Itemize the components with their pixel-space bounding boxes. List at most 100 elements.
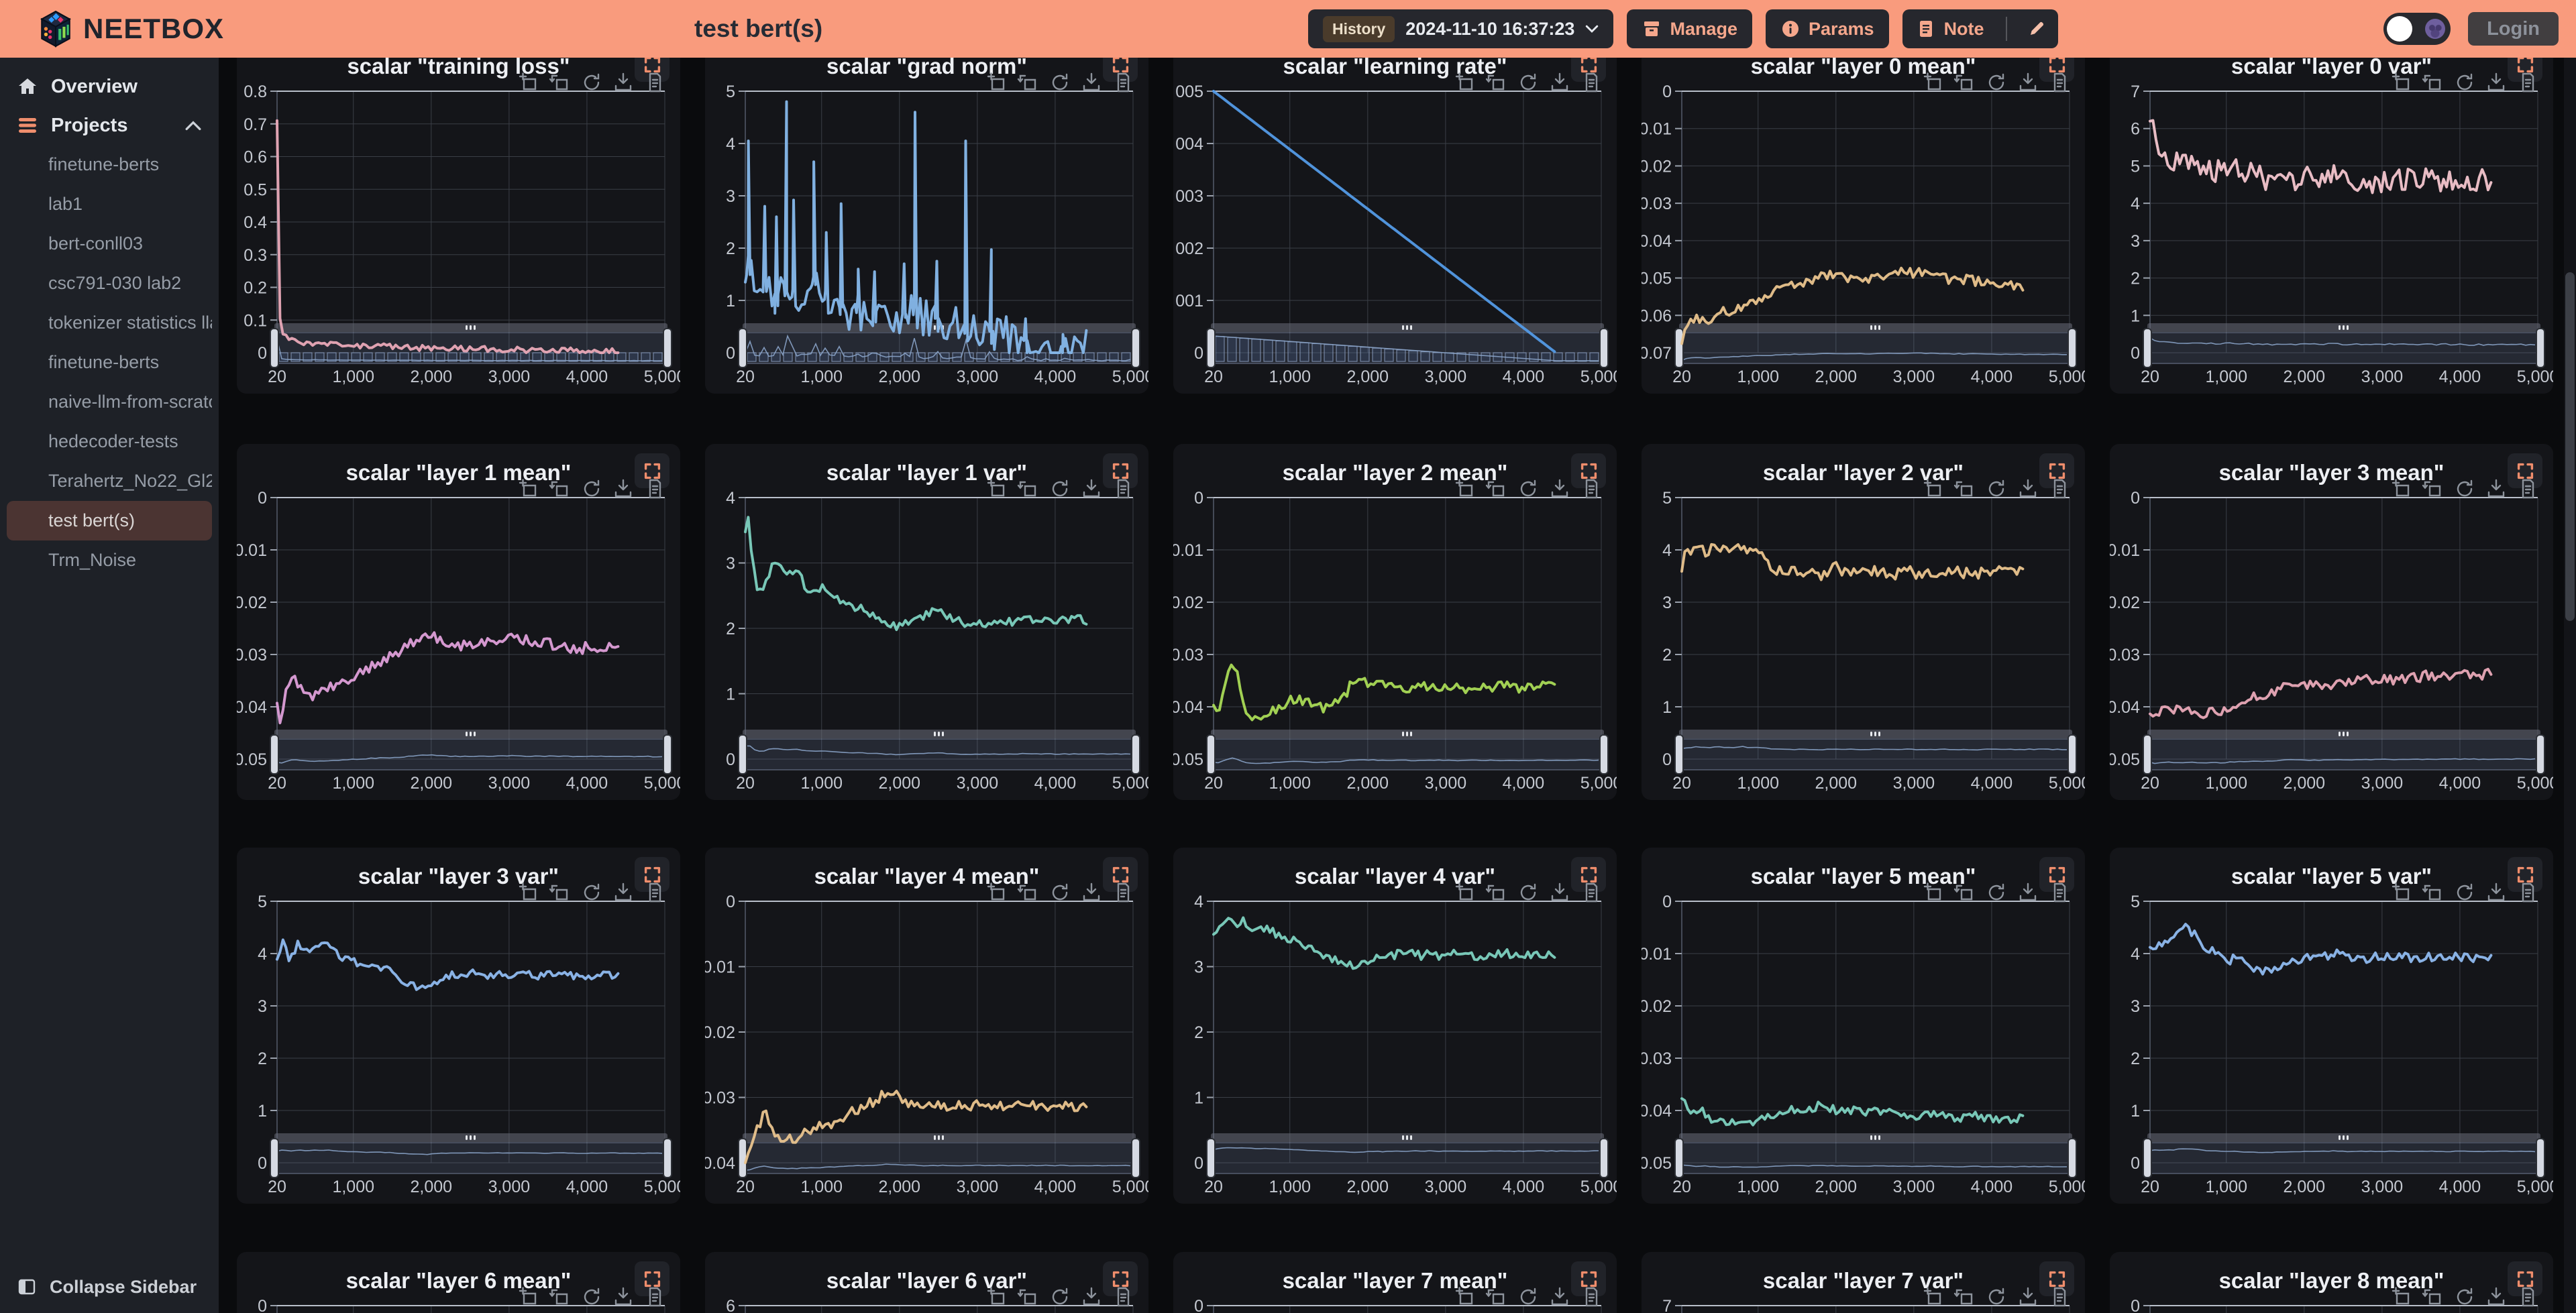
- zoom-reset-icon[interactable]: [1017, 71, 1040, 94]
- box-zoom-icon[interactable]: [1454, 477, 1477, 500]
- box-zoom-icon[interactable]: [517, 477, 540, 500]
- login-button[interactable]: Login: [2468, 12, 2559, 46]
- slider-handle[interactable]: [1207, 735, 1215, 774]
- slider-handle[interactable]: [663, 329, 672, 367]
- chart-plot[interactable]: 76543210201,0002,0003,0004,0005,000: [2110, 58, 2553, 394]
- project-item[interactable]: csc791-030 lab2: [7, 264, 212, 303]
- data-view-icon[interactable]: [1112, 71, 1134, 94]
- box-zoom-icon[interactable]: [1454, 1286, 1477, 1308]
- download-icon[interactable]: [1548, 1286, 1571, 1308]
- chart-plot[interactable]: 00.010.020.030.040.050.060.07201,0002,00…: [1642, 58, 2085, 394]
- zoom-reset-icon[interactable]: [1485, 477, 1508, 500]
- zoom-reset-icon[interactable]: [1953, 881, 1976, 904]
- slider-handle[interactable]: [1600, 735, 1608, 774]
- restore-icon[interactable]: [2453, 477, 2476, 500]
- restore-icon[interactable]: [1049, 881, 1071, 904]
- download-icon[interactable]: [1080, 477, 1103, 500]
- data-view-icon[interactable]: [2516, 477, 2539, 500]
- chart-plot[interactable]: 0.80.70.60.50.40.30.20.10201,0002,0003,0…: [237, 58, 680, 394]
- data-view-icon[interactable]: [643, 881, 666, 904]
- slider-handle[interactable]: [1132, 1139, 1140, 1178]
- history-select[interactable]: History 2024-11-10 16:37:23: [1308, 9, 1613, 48]
- box-zoom-icon[interactable]: [1454, 881, 1477, 904]
- box-zoom-icon[interactable]: [1454, 71, 1477, 94]
- data-view-icon[interactable]: [643, 71, 666, 94]
- box-zoom-icon[interactable]: [517, 71, 540, 94]
- project-item[interactable]: hedecoder-tests: [7, 422, 212, 461]
- slider-handle[interactable]: [1600, 1139, 1608, 1178]
- zoom-reset-icon[interactable]: [549, 71, 572, 94]
- restore-icon[interactable]: [2453, 1286, 2476, 1308]
- restore-icon[interactable]: [2453, 71, 2476, 94]
- download-icon[interactable]: [2485, 1286, 2508, 1308]
- slider-handle[interactable]: [2536, 1139, 2544, 1178]
- data-view-icon[interactable]: [643, 477, 666, 500]
- slider-handle[interactable]: [270, 329, 278, 367]
- box-zoom-icon[interactable]: [2390, 477, 2413, 500]
- slider-handle[interactable]: [1207, 329, 1215, 367]
- box-zoom-icon[interactable]: [2390, 881, 2413, 904]
- box-zoom-icon[interactable]: [517, 881, 540, 904]
- download-icon[interactable]: [1548, 881, 1571, 904]
- zoom-reset-icon[interactable]: [2422, 881, 2445, 904]
- data-view-icon[interactable]: [2048, 881, 2071, 904]
- slider-handle[interactable]: [1675, 1139, 1683, 1178]
- box-zoom-icon[interactable]: [985, 881, 1008, 904]
- scrollbar-thumb[interactable]: [2565, 272, 2575, 621]
- download-icon[interactable]: [2017, 477, 2039, 500]
- slider-handle[interactable]: [1675, 329, 1683, 367]
- box-zoom-icon[interactable]: [2390, 1286, 2413, 1308]
- download-icon[interactable]: [612, 71, 635, 94]
- download-icon[interactable]: [1080, 71, 1103, 94]
- slider-handle[interactable]: [2143, 735, 2151, 774]
- params-button[interactable]: Params: [1766, 9, 1889, 48]
- slider-handle[interactable]: [1132, 329, 1140, 367]
- project-item[interactable]: Trm_Noise: [7, 540, 212, 580]
- download-icon[interactable]: [1548, 477, 1571, 500]
- project-item[interactable]: test bert(s): [7, 501, 212, 540]
- zoom-reset-icon[interactable]: [2422, 71, 2445, 94]
- zoom-reset-icon[interactable]: [549, 477, 572, 500]
- data-view-icon[interactable]: [1580, 71, 1603, 94]
- slider-handle[interactable]: [1207, 1139, 1215, 1178]
- data-view-icon[interactable]: [1112, 1286, 1134, 1308]
- download-icon[interactable]: [2017, 71, 2039, 94]
- slider-handle[interactable]: [663, 735, 672, 774]
- slider-handle[interactable]: [2068, 735, 2076, 774]
- slider-handle[interactable]: [2143, 329, 2151, 367]
- slider-handle[interactable]: [2068, 1139, 2076, 1178]
- zoom-reset-icon[interactable]: [1953, 477, 1976, 500]
- download-icon[interactable]: [1548, 71, 1571, 94]
- box-zoom-icon[interactable]: [985, 71, 1008, 94]
- restore-icon[interactable]: [1049, 1286, 1071, 1308]
- zoom-reset-icon[interactable]: [1953, 71, 1976, 94]
- zoom-reset-icon[interactable]: [1485, 881, 1508, 904]
- slider-handle[interactable]: [270, 735, 278, 774]
- restore-icon[interactable]: [580, 1286, 603, 1308]
- box-zoom-icon[interactable]: [517, 1286, 540, 1308]
- sidebar-item-overview[interactable]: Overview: [0, 67, 219, 106]
- project-item[interactable]: Terahertz_No22_Gl261_gl...: [7, 461, 212, 501]
- box-zoom-icon[interactable]: [1922, 1286, 1945, 1308]
- zoom-reset-icon[interactable]: [2422, 1286, 2445, 1308]
- download-icon[interactable]: [1080, 881, 1103, 904]
- download-icon[interactable]: [612, 881, 635, 904]
- data-view-icon[interactable]: [1580, 1286, 1603, 1308]
- project-item[interactable]: finetune-berts: [7, 145, 212, 184]
- slider-handle[interactable]: [1675, 735, 1683, 774]
- restore-icon[interactable]: [580, 881, 603, 904]
- restore-icon[interactable]: [1985, 1286, 2008, 1308]
- data-view-icon[interactable]: [1580, 477, 1603, 500]
- data-view-icon[interactable]: [1112, 881, 1134, 904]
- slider-handle[interactable]: [2068, 329, 2076, 367]
- restore-icon[interactable]: [1985, 71, 2008, 94]
- manage-button[interactable]: Manage: [1627, 9, 1752, 48]
- restore-icon[interactable]: [580, 71, 603, 94]
- collapse-sidebar-button[interactable]: Collapse Sidebar: [0, 1267, 219, 1306]
- data-view-icon[interactable]: [2516, 881, 2539, 904]
- restore-icon[interactable]: [1517, 881, 1540, 904]
- download-icon[interactable]: [2485, 71, 2508, 94]
- restore-icon[interactable]: [1049, 477, 1071, 500]
- project-item[interactable]: tokenizer statistics llama...: [7, 303, 212, 343]
- restore-icon[interactable]: [1517, 477, 1540, 500]
